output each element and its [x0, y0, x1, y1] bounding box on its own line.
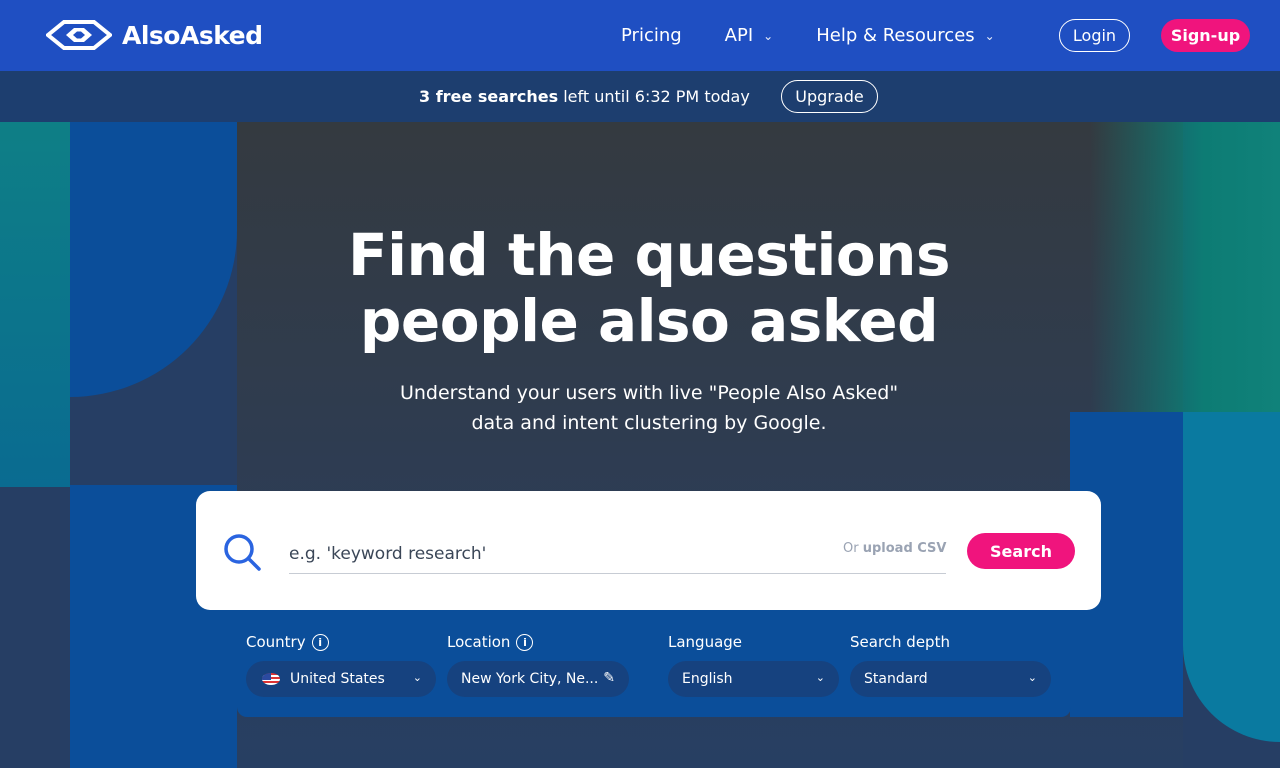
info-icon[interactable]: i [516, 633, 534, 651]
language-select[interactable]: English ⌄ [668, 661, 839, 697]
decorative-shape [0, 122, 70, 487]
hero-subtitle: Understand your users with live "People … [237, 378, 1061, 438]
upload-csv-label: upload CSV [862, 541, 947, 556]
nav-link-help-label: Help & Resources [816, 25, 975, 46]
hero-title-line: people also asked [359, 287, 939, 355]
language-value: English [682, 671, 733, 687]
upload-csv-link[interactable]: Or upload CSV [843, 541, 946, 556]
pencil-icon[interactable]: ✎ [603, 670, 615, 686]
chevron-down-icon: ⌄ [1027, 671, 1037, 684]
info-icon[interactable]: i [311, 633, 329, 651]
decorative-shape [70, 122, 237, 397]
chevron-down-icon: ⌄ [412, 671, 422, 684]
alsoasked-logo-icon [46, 20, 112, 50]
nav-link-pricing-label: Pricing [621, 25, 682, 46]
nav-link-help-resources[interactable]: Help & Resources ⌄ [816, 25, 995, 46]
language-label: Language [668, 633, 742, 651]
banner-text: 3 free searches left until 6:32 PM today [419, 87, 750, 106]
chevron-down-icon: ⌄ [763, 28, 774, 43]
country-label-text: Country [246, 633, 306, 651]
language-label-text: Language [668, 633, 743, 651]
hero-title: Find the questions people also asked [237, 222, 1061, 354]
banner-rest-text: left until 6:32 PM today [558, 87, 750, 106]
hero-subtitle-line: data and intent clustering by Google. [471, 412, 827, 434]
nav-links: Pricing API ⌄ Help & Resources ⌄ [621, 0, 995, 71]
nav-link-pricing[interactable]: Pricing [621, 25, 682, 46]
free-searches-banner: 3 free searches left until 6:32 PM today [0, 71, 1280, 122]
location-select[interactable]: New York City, Ne... ✎ [447, 661, 629, 697]
brand-logo[interactable]: AlsoAsked [46, 19, 263, 51]
hero-title-line: Find the questions [348, 221, 950, 289]
upload-or-text: Or [843, 541, 863, 556]
chevron-down-icon: ⌄ [984, 28, 995, 43]
signup-button[interactable]: Sign-up [1161, 19, 1250, 52]
login-button[interactable]: Login [1059, 19, 1130, 52]
top-navigation: AlsoAsked Pricing API ⌄ Help & Resources… [0, 0, 1280, 71]
decorative-shape [1183, 412, 1280, 742]
nav-link-api-label: API [724, 25, 754, 46]
upgrade-button[interactable]: Upgrade [781, 80, 878, 113]
country-value: United States [290, 671, 385, 687]
country-select[interactable]: United States ⌄ [246, 661, 436, 697]
search-depth-select[interactable]: Standard ⌄ [850, 661, 1051, 697]
us-flag-icon [262, 673, 280, 685]
chevron-down-icon: ⌄ [815, 671, 825, 684]
search-icon [224, 534, 261, 571]
brand-name: AlsoAsked [122, 20, 263, 50]
nav-link-api[interactable]: API ⌄ [725, 25, 774, 46]
location-label: Location i [447, 633, 534, 651]
location-value: New York City, Ne... [461, 671, 599, 687]
decorative-shape [1090, 122, 1280, 412]
location-label-text: Location [447, 633, 511, 651]
search-depth-label-text: Search depth [850, 633, 950, 651]
free-searches-count: 3 free searches [419, 87, 559, 106]
hero-subtitle-line: Understand your users with live "People … [399, 382, 899, 404]
search-depth-value: Standard [864, 671, 928, 687]
search-depth-label: Search depth [850, 633, 950, 651]
search-button[interactable]: Search [967, 533, 1075, 569]
country-label: Country i [246, 633, 329, 651]
